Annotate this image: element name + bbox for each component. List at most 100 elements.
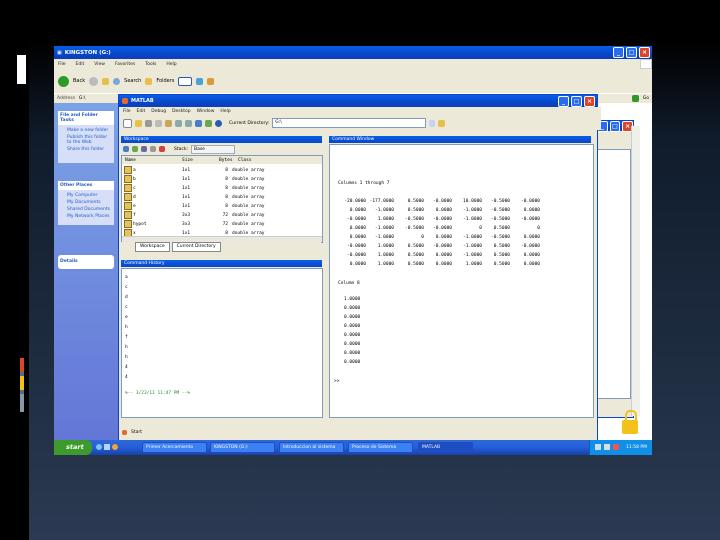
delete-icon[interactable] bbox=[159, 146, 165, 152]
open-file-icon[interactable] bbox=[135, 119, 142, 127]
redo-icon[interactable] bbox=[185, 119, 192, 127]
simulink-icon[interactable] bbox=[195, 119, 202, 127]
task-proceso[interactable]: Proceso de Sistema bbox=[348, 442, 413, 453]
quicklaunch-ie-icon[interactable] bbox=[96, 444, 102, 450]
menu-favorites[interactable]: Favorites bbox=[115, 62, 135, 67]
history-entry[interactable]: a bbox=[125, 275, 128, 280]
tab-workspace[interactable]: Workspace bbox=[135, 242, 170, 252]
search-button-label[interactable]: Search bbox=[124, 78, 141, 84]
workspace-variable-row[interactable]: e 1x1 8 double array bbox=[122, 202, 322, 210]
task-share-folder[interactable]: Share this folder bbox=[58, 146, 114, 153]
command-window-title[interactable]: Command Window bbox=[329, 136, 591, 143]
search-icon[interactable] bbox=[113, 77, 121, 85]
matlab-maximize-icon[interactable]: □ bbox=[571, 95, 582, 107]
start-button[interactable]: start bbox=[54, 440, 92, 455]
history-entry[interactable]: c bbox=[125, 305, 128, 310]
matlab-menu-edit[interactable]: Edit bbox=[137, 109, 146, 114]
place-network[interactable]: My Network Places bbox=[58, 213, 114, 220]
task-publish-folder[interactable]: Publish this folder to the Web bbox=[58, 134, 114, 146]
menu-view[interactable]: View bbox=[94, 62, 105, 67]
place-my-computer[interactable]: My Computer bbox=[58, 190, 114, 199]
bg-maximize-icon[interactable]: □ bbox=[609, 120, 621, 132]
new-file-icon[interactable] bbox=[123, 118, 132, 128]
command-history-title[interactable]: Command History bbox=[121, 260, 322, 267]
other-places-header[interactable]: Other Places bbox=[58, 181, 114, 190]
matlab-menu-window[interactable]: Window bbox=[197, 109, 215, 114]
matlab-minimize-icon[interactable]: _ bbox=[558, 95, 569, 107]
copy-icon[interactable] bbox=[155, 119, 162, 127]
task-matlab[interactable]: MATLAB bbox=[418, 442, 473, 453]
matlab-menu-file[interactable]: File bbox=[123, 109, 131, 114]
help-icon[interactable] bbox=[215, 119, 222, 127]
print-icon[interactable] bbox=[150, 146, 156, 152]
extra-icon[interactable] bbox=[207, 77, 215, 85]
workspace-variable-row[interactable]: hypot 3x3 72 double array bbox=[122, 220, 322, 228]
workspace-variable-row[interactable]: d 1x1 8 double array bbox=[122, 193, 322, 201]
back-button-label[interactable]: Back bbox=[73, 78, 85, 84]
ws-col-class[interactable]: Class bbox=[238, 158, 252, 163]
history-entry[interactable]: %-- 3/23/11 11:47 PM --% bbox=[125, 391, 190, 396]
quicklaunch-desktop-icon[interactable] bbox=[104, 444, 110, 450]
details-header[interactable]: Details bbox=[58, 255, 114, 268]
task-make-folder[interactable]: Make a new folder bbox=[58, 125, 114, 134]
matlab-start-button[interactable]: Start bbox=[131, 430, 142, 435]
back-arrow-icon[interactable] bbox=[58, 75, 69, 87]
ws-col-bytes[interactable]: Bytes bbox=[219, 158, 233, 163]
undo-icon[interactable] bbox=[175, 119, 182, 127]
workspace-variable-row[interactable]: f 3x3 72 double array bbox=[122, 211, 322, 219]
workspace-title[interactable]: Workspace bbox=[121, 136, 322, 143]
tray-security-icon[interactable] bbox=[613, 444, 619, 450]
go-arrow-icon[interactable] bbox=[631, 95, 639, 102]
matlab-menu-help[interactable]: Help bbox=[220, 109, 230, 114]
task-kingston[interactable]: KINGSTON (G:) bbox=[210, 442, 275, 453]
workspace-variable-row[interactable]: b 1x1 8 double array bbox=[122, 175, 322, 183]
paste-icon[interactable] bbox=[165, 119, 172, 127]
matlab-titlebar[interactable]: MATLAB _ □ × bbox=[119, 95, 597, 107]
menu-edit[interactable]: Edit bbox=[76, 62, 85, 67]
tray-network-icon[interactable] bbox=[595, 444, 601, 450]
matlab-menu-desktop[interactable]: Desktop bbox=[172, 109, 191, 114]
menu-tools[interactable]: Tools bbox=[145, 62, 156, 67]
tray-volume-icon[interactable] bbox=[604, 444, 610, 450]
place-shared-documents[interactable]: Shared Documents bbox=[58, 206, 114, 213]
workspace-variable-row[interactable]: c 1x1 8 double array bbox=[122, 184, 322, 192]
folders-icon[interactable] bbox=[145, 77, 153, 85]
command-window[interactable]: Columns 1 through 7 -20.0000 -177.0000 0.50… bbox=[329, 144, 594, 418]
go-button-label[interactable]: Go bbox=[643, 96, 649, 101]
minimize-icon[interactable]: _ bbox=[613, 47, 624, 58]
menu-help[interactable]: Help bbox=[166, 62, 176, 67]
guide-icon[interactable] bbox=[205, 119, 212, 127]
new-variable-icon[interactable] bbox=[123, 146, 129, 152]
history-entry[interactable]: e bbox=[125, 315, 128, 320]
history-entry[interactable]: d bbox=[125, 295, 128, 300]
explorer-titlebar[interactable]: ▣ KINGSTON (G:) _ □ × bbox=[54, 46, 652, 59]
matlab-close-icon[interactable]: × bbox=[584, 95, 595, 107]
history-entry[interactable]: 4 bbox=[125, 365, 128, 370]
ws-col-name[interactable]: Name bbox=[125, 158, 136, 163]
ws-col-size[interactable]: Size bbox=[182, 158, 193, 163]
tab-current-directory[interactable]: Current Directory bbox=[171, 242, 221, 252]
close-icon[interactable]: × bbox=[639, 47, 650, 58]
forward-arrow-icon[interactable] bbox=[89, 76, 99, 86]
quicklaunch-media-icon[interactable] bbox=[112, 444, 118, 450]
stack-select[interactable]: Base bbox=[190, 144, 235, 154]
browse-folder-icon[interactable] bbox=[438, 119, 446, 127]
matlab-start-icon[interactable] bbox=[122, 430, 127, 435]
current-dir-dropdown-icon[interactable] bbox=[429, 119, 436, 127]
place-my-documents[interactable]: My Documents bbox=[58, 199, 114, 206]
history-entry[interactable]: f bbox=[125, 335, 128, 340]
tasks-header[interactable]: File and Folder Tasks bbox=[58, 111, 114, 125]
history-entry[interactable]: 4 bbox=[125, 375, 128, 380]
maximize-icon[interactable]: □ bbox=[626, 47, 637, 58]
save-workspace-icon[interactable] bbox=[141, 146, 147, 152]
views-icon[interactable] bbox=[178, 76, 193, 86]
matlab-menu-debug[interactable]: Debug bbox=[151, 109, 166, 114]
task-primer-acercamiento[interactable]: Primer Acercamiento bbox=[142, 442, 207, 453]
task-introduccion[interactable]: Introduccion al sistema bbox=[279, 442, 344, 453]
workspace-variable-row[interactable]: a 1x1 8 double array bbox=[122, 166, 322, 174]
history-entry[interactable]: h bbox=[125, 345, 128, 350]
explorer-vscrollbar[interactable] bbox=[631, 126, 640, 416]
menu-file[interactable]: File bbox=[58, 62, 66, 67]
folders-button-label[interactable]: Folders bbox=[156, 78, 174, 84]
cut-icon[interactable] bbox=[145, 119, 152, 127]
